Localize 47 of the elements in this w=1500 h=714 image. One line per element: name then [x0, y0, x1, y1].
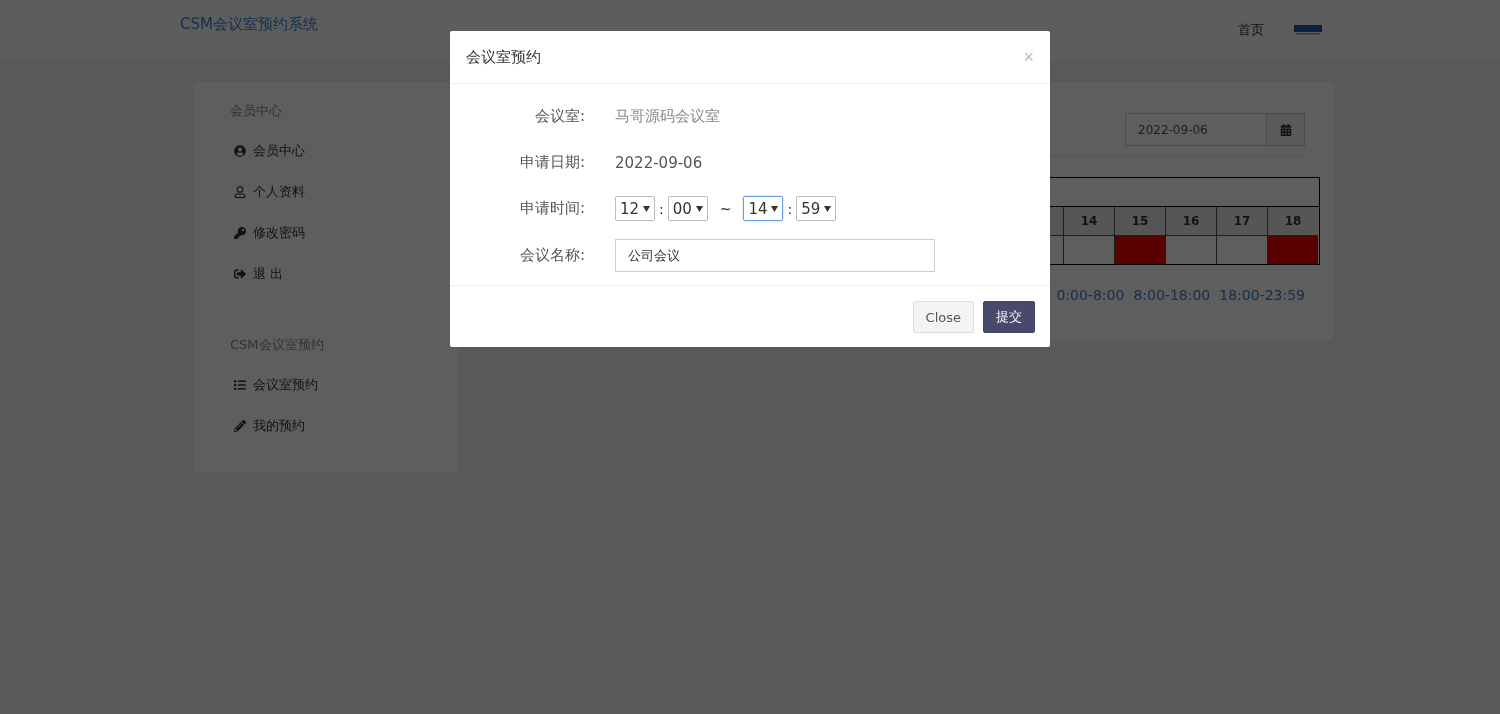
sidebar-item[interactable]: 我的预约: [234, 417, 305, 435]
sidebar-item[interactable]: 会议室预约: [234, 376, 318, 394]
hour-header: 15: [1114, 207, 1165, 235]
calendar-icon: [1279, 123, 1292, 136]
caret-icon: [824, 205, 832, 212]
caret-icon: [695, 205, 703, 212]
time-select[interactable]: 14: [743, 196, 784, 221]
time-separator: :: [787, 200, 793, 217]
hour-header: 18: [1267, 207, 1318, 235]
time-range: 18:00-23:59: [1219, 287, 1305, 303]
list-icon: [234, 379, 246, 391]
edit-icon: [234, 420, 246, 432]
hour-header: 14: [1063, 207, 1114, 235]
sidebar-item[interactable]: 会员中心: [234, 142, 305, 160]
field-label: 会议名称:: [518, 246, 585, 265]
profile-icon: [234, 186, 246, 198]
time-select[interactable]: 00: [667, 196, 708, 221]
sidebar-item[interactable]: 修改密码: [234, 224, 305, 242]
time-separator: :: [659, 200, 664, 217]
field-label: 申请日期:: [518, 153, 585, 172]
logout-icon: [234, 268, 246, 280]
caret-icon: [643, 205, 650, 212]
field-label: 会议室:: [533, 107, 585, 126]
field-label: 申请时间:: [518, 199, 585, 218]
submit-button[interactable]: 提交: [983, 301, 1035, 333]
hour-header: 17: [1216, 207, 1267, 235]
account-icon: [234, 145, 246, 157]
caret-icon: [771, 205, 779, 212]
field-value: 2022-09-06: [615, 153, 703, 172]
time-range: 0:00-8:00: [1056, 287, 1125, 303]
calendar-button[interactable]: [1267, 114, 1304, 145]
close-button[interactable]: ×: [1023, 46, 1034, 68]
meeting-name-field[interactable]: 公司会议: [615, 239, 935, 272]
nav-link[interactable]: 首页: [1238, 21, 1264, 39]
password-icon: [234, 227, 246, 239]
close-button[interactable]: Close: [912, 301, 974, 333]
field-value: 马哥源码会议室: [615, 107, 720, 126]
brand-title[interactable]: CSM会议室预约系统: [180, 14, 318, 34]
time-range: 8:00-18:00: [1133, 287, 1211, 303]
sidebar-item[interactable]: 个人资料: [234, 183, 305, 201]
time-select[interactable]: 59: [796, 196, 837, 221]
logo[interactable]: [1294, 25, 1322, 35]
dialog-title: 会议室预约: [466, 47, 541, 67]
hour-header: 16: [1165, 207, 1216, 235]
time-select[interactable]: 12: [615, 196, 655, 221]
sidebar-item[interactable]: 退 出: [234, 265, 284, 283]
time-separator: ~: [719, 200, 732, 217]
